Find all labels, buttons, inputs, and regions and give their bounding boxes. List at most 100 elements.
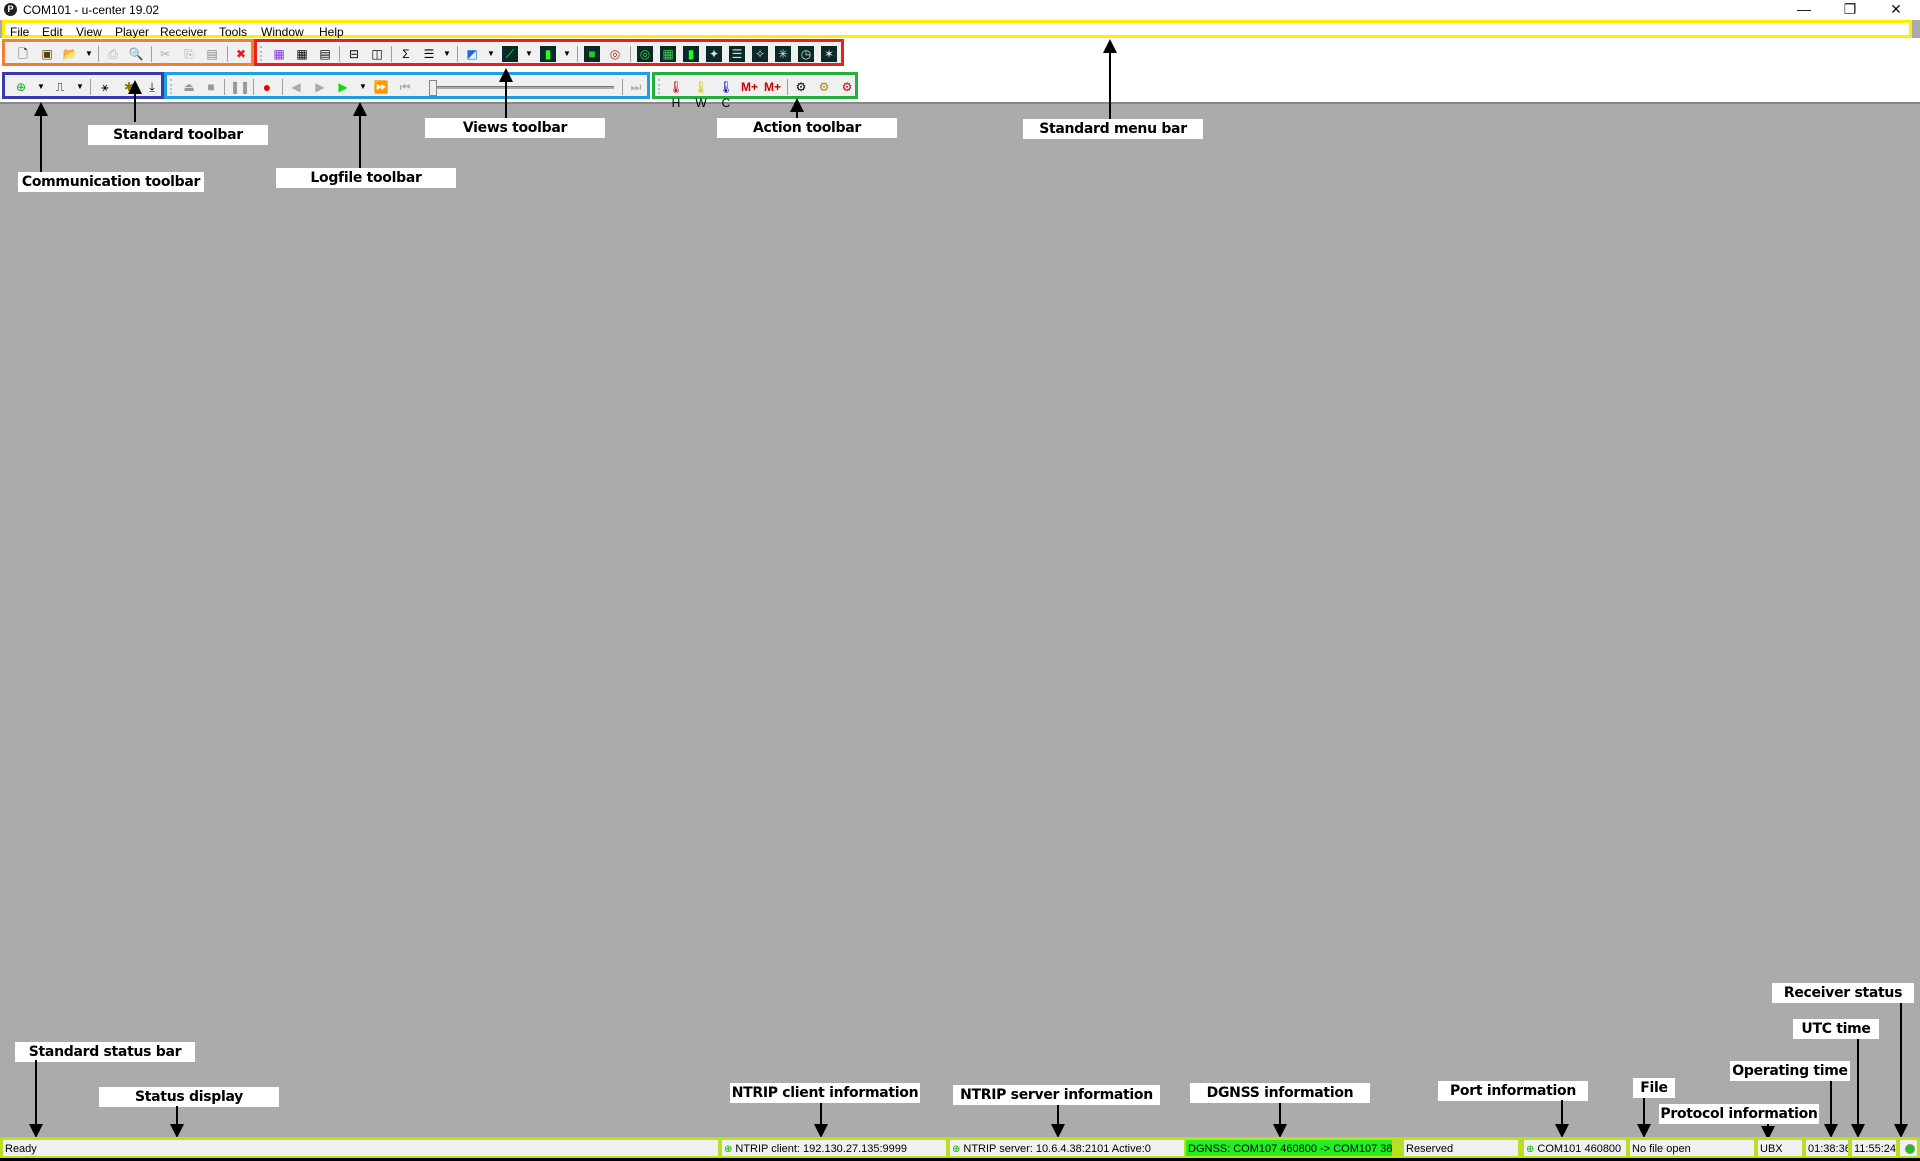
print-preview-icon[interactable]: 🔍 xyxy=(128,46,144,62)
table-view-icon[interactable]: ☰ xyxy=(421,46,437,62)
ntrip-server-pane[interactable]: ⊕ NTRIP server: 10.6.4.38:2101 Active:0 xyxy=(950,1140,1184,1156)
menu-player[interactable]: Player xyxy=(115,25,149,39)
separator xyxy=(98,46,99,62)
menu-file[interactable]: File xyxy=(10,25,29,39)
annotation-standard-toolbar: Standard toolbar xyxy=(88,125,268,145)
menu-edit[interactable]: Edit xyxy=(42,25,63,39)
deviation-map-icon[interactable]: ◎ xyxy=(637,46,653,62)
menu-receiver[interactable]: Receiver xyxy=(160,25,207,39)
new-binary-console-icon[interactable]: ▦ xyxy=(294,46,310,62)
toolbar-area: 🗋 ▣ 📂 ▼ ⎙ 🔍 ✂ ⎘ ▤ ✖ ▦ ▦ ▤ ⊟ ◫ Σ ☰ ▼ ◩ ▼ … xyxy=(0,38,1920,110)
record-icon[interactable]: ● xyxy=(259,79,275,95)
navigation-view-icon[interactable]: ✧ xyxy=(752,46,768,62)
separator xyxy=(457,46,458,62)
separator xyxy=(391,46,392,62)
step-back-icon[interactable]: ◀ xyxy=(288,79,304,95)
port-pane[interactable]: ⊕ COM101 460800 xyxy=(1524,1140,1626,1156)
menu-view[interactable]: View xyxy=(76,25,102,39)
toolbar-grip[interactable] xyxy=(658,79,662,94)
end-icon[interactable]: ⏭ xyxy=(628,79,644,95)
new-icon[interactable]: 🗋 xyxy=(15,46,31,62)
toolbar-grip[interactable] xyxy=(260,46,264,61)
constellation-view-icon[interactable]: ✳ xyxy=(775,46,791,62)
menu-help[interactable]: Help xyxy=(319,25,344,39)
send-message-icon[interactable]: M+ xyxy=(764,79,781,95)
close-file-icon[interactable]: ✖ xyxy=(233,46,249,62)
open-icon[interactable]: 📂 xyxy=(62,46,78,62)
table-view-dropdown-icon[interactable]: ▼ xyxy=(443,46,451,62)
connection-icon[interactable]: ⊕ xyxy=(13,79,29,95)
print-icon[interactable]: ⎙ xyxy=(105,46,121,62)
annotation-ntrip-client: NTRIP client information xyxy=(730,1083,920,1103)
logfile-position-slider[interactable] xyxy=(430,86,614,89)
hot-start-label: H xyxy=(671,96,681,110)
separator xyxy=(577,46,578,62)
camera-view-icon[interactable]: ■ xyxy=(584,46,600,62)
paste-icon[interactable]: ▤ xyxy=(204,46,220,62)
load-config-icon[interactable]: ⚙ xyxy=(816,79,832,95)
warm-start-icon[interactable]: 🌡W xyxy=(690,79,712,110)
histogram-view-icon[interactable]: ▮ xyxy=(540,46,556,62)
menu-tools[interactable]: Tools xyxy=(219,25,247,39)
arrow-down-icon xyxy=(1555,1124,1569,1138)
rewind-icon[interactable]: ⏮ xyxy=(397,79,413,95)
cut-icon[interactable]: ✂ xyxy=(157,46,173,62)
minimize-button[interactable]: — xyxy=(1781,0,1827,20)
play-dropdown-icon[interactable]: ▼ xyxy=(359,79,367,95)
separator xyxy=(151,46,152,62)
map-view-icon[interactable]: ◩ xyxy=(464,46,480,62)
dgnss-pane[interactable]: DGNSS: COM107 460800 -> COM107 38400 xyxy=(1186,1140,1392,1156)
annotation-protocol: Protocol information xyxy=(1659,1104,1819,1124)
copy-icon[interactable]: ⎘ xyxy=(181,46,197,62)
receiver-status-led-icon xyxy=(1904,1144,1915,1154)
spectrum-view-icon[interactable]: ✶ xyxy=(821,46,837,62)
annotation-arrow xyxy=(40,112,42,172)
open-dropdown-icon[interactable]: ▼ xyxy=(85,46,93,62)
protocol-pane: UBX xyxy=(1758,1140,1802,1156)
fast-forward-icon[interactable]: ⏩ xyxy=(373,79,389,95)
cold-start-icon[interactable]: 🌡C xyxy=(715,79,737,110)
layout-1-icon[interactable]: ⊟ xyxy=(346,46,362,62)
baudrate-dropdown-icon[interactable]: ▼ xyxy=(76,79,84,95)
receiver-download-icon[interactable]: ⤓ xyxy=(144,79,160,95)
toolbar-grip[interactable] xyxy=(170,79,174,94)
close-button[interactable]: ✕ xyxy=(1873,0,1919,20)
satellite-level-icon[interactable]: ✦ xyxy=(706,46,722,62)
poll-message-icon[interactable]: M+ xyxy=(741,79,758,95)
connection-dropdown-icon[interactable]: ▼ xyxy=(37,79,45,95)
separator xyxy=(339,46,340,62)
arrow-up-icon xyxy=(353,102,367,116)
autobauding-wizard-icon[interactable]: ⚹ xyxy=(97,79,113,95)
step-forward-icon[interactable]: ▶ xyxy=(312,79,328,95)
baudrate-icon[interactable]: ⎍ xyxy=(52,79,68,95)
signal-view-icon[interactable]: ▮ xyxy=(683,46,699,62)
layout-2-icon[interactable]: ◫ xyxy=(369,46,385,62)
utc-time-pane: 11:55:24 xyxy=(1852,1140,1896,1156)
statistics-view-icon[interactable]: Σ xyxy=(398,46,414,62)
map-view-dropdown-icon[interactable]: ▼ xyxy=(487,46,495,62)
chart-view-dropdown-icon[interactable]: ▼ xyxy=(525,46,533,62)
hot-start-icon[interactable]: 🌡H xyxy=(665,79,687,110)
revert-config-icon[interactable]: ⚙ xyxy=(839,79,855,95)
new-packet-console-icon[interactable]: ▤ xyxy=(317,46,333,62)
clock-view-icon[interactable]: ◷ xyxy=(798,46,814,62)
slider-thumb[interactable] xyxy=(429,80,437,96)
sky-view-icon[interactable]: ◎ xyxy=(607,46,623,62)
save-config-icon[interactable]: ⚙ xyxy=(793,79,809,95)
chart-view-icon[interactable]: ⟋ xyxy=(502,46,518,62)
histogram-view-dropdown-icon[interactable]: ▼ xyxy=(563,46,571,62)
menu-window[interactable]: Window xyxy=(261,25,304,39)
new-text-console-icon[interactable]: ▦ xyxy=(271,46,287,62)
plug-icon: ⊕ xyxy=(724,1144,733,1155)
eject-icon[interactable]: ⏏ xyxy=(181,79,197,95)
pause-icon[interactable]: ❚❚ xyxy=(230,79,250,95)
message-view-icon[interactable]: ☰ xyxy=(729,46,745,62)
arrow-up-icon xyxy=(34,102,48,116)
restore-button[interactable]: ❐ xyxy=(1827,0,1873,20)
data-view-icon[interactable]: ▦ xyxy=(660,46,676,62)
play-icon[interactable]: ▶ xyxy=(335,79,351,95)
ntrip-client-pane[interactable]: ⊕ NTRIP client: 192.130.27.135:9999 xyxy=(722,1140,946,1156)
stop-icon[interactable]: ■ xyxy=(203,79,219,95)
file-pane: No file open xyxy=(1630,1140,1754,1156)
save-icon[interactable]: ▣ xyxy=(39,46,55,62)
